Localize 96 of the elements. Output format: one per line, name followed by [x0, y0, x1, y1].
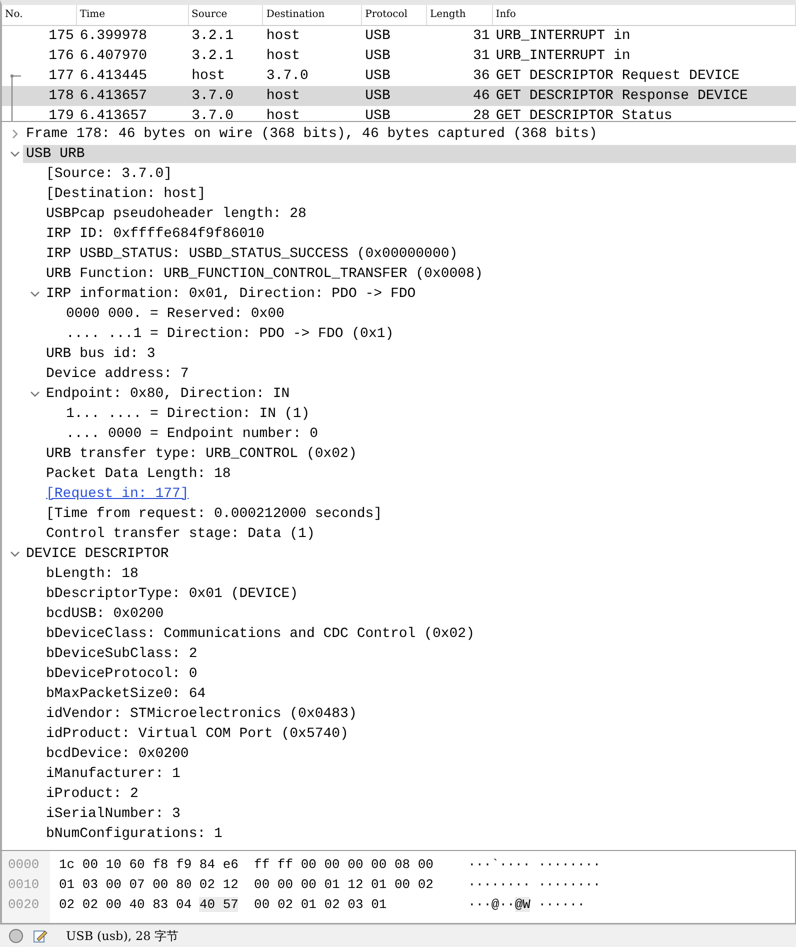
- table-cell-text: USB: [364, 48, 392, 64]
- related-packet-icon: [10, 74, 21, 86]
- table-cell-text: host: [265, 28, 301, 44]
- packet-row[interactable]: 175 6.399978 3.2.1 host USB 31 URB_INTERRUPT in: [2, 26, 796, 46]
- tree-item[interactable]: idProduct: Virtual COM Port (0x5740): [43, 725, 796, 743]
- tree-item[interactable]: IRP ID: 0xffffe684f9f86010: [43, 225, 796, 243]
- table-cell-text: GET DESCRIPTOR Status: [494, 108, 674, 121]
- tree-item[interactable]: bDeviceSubClass: 2: [43, 645, 796, 663]
- tree-item[interactable]: bNumConfigurations: 1: [43, 825, 796, 843]
- tree-item[interactable]: bDescriptorType: 0x01 (DEVICE): [43, 585, 796, 603]
- column-header[interactable]: Length: [426, 5, 493, 25]
- tree-item[interactable]: URB bus id: 3: [43, 345, 796, 363]
- tree-item[interactable]: bcdDevice: 0x0200: [43, 745, 796, 763]
- table-cell-text: URB_INTERRUPT in: [494, 48, 632, 64]
- table-cell-text: USB: [364, 88, 392, 104]
- column-header[interactable]: Source: [188, 5, 264, 25]
- status-circle-icon[interactable]: [8, 928, 24, 944]
- tree-item[interactable]: USBPcap pseudoheader length: 28: [43, 205, 796, 223]
- tree-item[interactable]: USB URB: [23, 145, 796, 163]
- table-cell-text: host: [265, 48, 301, 64]
- hex-bytes: 1c 00 10 60 f8 f9 84 e6 ff ff 00 00 00 00 08 00: [59, 856, 434, 874]
- table-cell-text: 36: [472, 68, 491, 84]
- ascii-bytes: ········ ········: [468, 876, 602, 894]
- table-cell-text: 6.413445: [78, 68, 148, 84]
- tree-item[interactable]: 0000 000. = Reserved: 0x00: [63, 305, 796, 323]
- tree-item[interactable]: 1... .... = Direction: IN (1): [63, 405, 796, 423]
- packet-row[interactable]: 176 6.407970 3.2.1 host USB 31 URB_INTERRUPT in: [2, 46, 796, 66]
- table-cell-text: 3.7.0: [265, 68, 310, 84]
- table-cell-text: 178: [48, 88, 75, 104]
- tree-item[interactable]: IRP USBD_STATUS: USBD_STATUS_SUCCESS (0x00000000): [43, 245, 796, 263]
- table-cell-text: 179: [48, 108, 75, 121]
- table-cell-text: host: [265, 88, 301, 104]
- column-header[interactable]: Info: [492, 5, 796, 25]
- column-header[interactable]: Destination: [263, 5, 362, 25]
- column-header[interactable]: Protocol: [362, 5, 427, 25]
- table-cell-text: 3.2.1: [190, 28, 235, 44]
- tree-item[interactable]: bDeviceProtocol: 0: [43, 665, 796, 683]
- table-cell-text: 31: [472, 28, 491, 44]
- table-cell-text: 175: [48, 28, 75, 44]
- table-cell-text: 46: [472, 88, 491, 104]
- tree-item[interactable]: iSerialNumber: 3: [43, 805, 796, 823]
- table-cell-text: USB: [364, 68, 392, 84]
- table-cell-text: URB_INTERRUPT in: [494, 28, 632, 44]
- table-cell-text: 6.407970: [78, 48, 148, 64]
- packet-row[interactable]: 178 6.413657 3.7.0 host USB 46 GET DESCRIPTOR Response DEVICE: [2, 86, 796, 106]
- tree-item[interactable]: URB transfer type: URB_CONTROL (0x02): [43, 445, 796, 463]
- hex-bytes: 01 03 00 07 00 80 02 12 00 00 00 01 12 01 00 02: [59, 876, 434, 894]
- column-header[interactable]: Time: [76, 5, 189, 25]
- tree-item[interactable]: [Source: 3.7.0]: [43, 165, 796, 183]
- byte-offset: 0010: [7, 876, 40, 894]
- tree-item[interactable]: Control transfer stage: Data (1): [43, 525, 796, 543]
- tree-item[interactable]: .... ...1 = Direction: PDO -> FDO (0x1): [63, 325, 796, 343]
- tree-item[interactable]: Packet Data Length: 18: [43, 465, 796, 483]
- hex-bytes: 02 02 00 40 83 04 40 57 00 02 01 02 03 01: [59, 896, 388, 914]
- table-cell-text: 6.413657: [78, 88, 148, 104]
- ascii-bytes: ···`···· ········: [468, 856, 602, 874]
- tree-item[interactable]: Endpoint: 0x80, Direction: IN: [43, 385, 796, 403]
- table-cell-text: USB: [364, 28, 392, 44]
- tree-item[interactable]: URB Function: URB_FUNCTION_CONTROL_TRANSFER (0x0008): [43, 265, 796, 283]
- tree-item[interactable]: bMaxPacketSize0: 64: [43, 685, 796, 703]
- table-cell-text: 28: [472, 108, 491, 121]
- table-cell-text: 31: [472, 48, 491, 64]
- ascii-bytes: ···@··@W ······: [468, 896, 586, 914]
- table-cell-text: 3.7.0: [190, 88, 235, 104]
- tree-item[interactable]: bcdUSB: 0x0200: [43, 605, 796, 623]
- tree-item[interactable]: DEVICE DESCRIPTOR: [23, 545, 796, 563]
- table-cell-text: host: [265, 108, 301, 121]
- table-cell-text: GET DESCRIPTOR Request DEVICE: [494, 68, 740, 84]
- byte-offset: 0000: [7, 856, 40, 874]
- byte-offset: 0020: [7, 896, 40, 914]
- table-cell-text: GET DESCRIPTOR Response DEVICE: [494, 88, 749, 104]
- table-cell-text: 3.2.1: [190, 48, 235, 64]
- tree-item[interactable]: IRP information: 0x01, Direction: PDO -> FDO: [43, 285, 796, 303]
- tree-item[interactable]: [Time from request: 0.000212000 seconds]: [43, 505, 796, 523]
- tree-item[interactable]: bLength: 18: [43, 565, 796, 583]
- packet-row[interactable]: 179 6.413657 3.7.0 host USB 28 GET DESCRIPTOR Status: [2, 106, 796, 121]
- tree-item[interactable]: Frame 178: 46 bytes on wire (368 bits), 46 bytes captured (368 bits): [23, 125, 796, 143]
- edit-comment-icon[interactable]: [32, 928, 48, 944]
- status-text: USB (usb), 28 字节: [66, 928, 179, 944]
- tree-item[interactable]: .... 0000 = Endpoint number: 0: [63, 425, 796, 443]
- table-cell-text: 6.399978: [78, 28, 148, 44]
- column-header[interactable]: No.: [2, 5, 77, 25]
- packet-row[interactable]: 177 6.413445 host 3.7.0 USB 36 GET DESCRIPTOR Request DEVICE: [2, 66, 796, 86]
- table-cell-text: 3.7.0: [190, 108, 235, 121]
- table-cell-text: 176: [48, 48, 75, 64]
- table-cell-text: 177: [48, 68, 75, 84]
- tree-item[interactable]: iProduct: 2: [43, 785, 796, 803]
- table-cell-text: USB: [364, 108, 392, 121]
- packet-link[interactable]: [Request in: 177]: [46, 486, 189, 502]
- tree-item[interactable]: Device address: 7: [43, 365, 796, 383]
- tree-item[interactable]: idVendor: STMicroelectronics (0x0483): [43, 705, 796, 723]
- tree-item[interactable]: iManufacturer: 1: [43, 765, 796, 783]
- tree-item[interactable]: bDeviceClass: Communications and CDC Control (0x02): [43, 625, 796, 643]
- tree-item[interactable]: [Destination: host]: [43, 185, 796, 203]
- table-cell-text: host: [190, 68, 226, 84]
- table-cell-text: 6.413657: [78, 108, 148, 121]
